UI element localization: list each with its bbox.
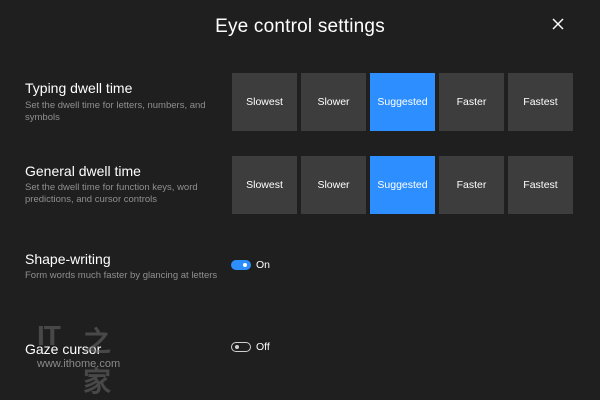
gaze-cursor-state-label: Off bbox=[256, 341, 270, 353]
general-dwell-option-faster[interactable]: Faster bbox=[439, 156, 504, 214]
general-dwell-option-suggested[interactable]: Suggested bbox=[370, 156, 435, 214]
typing-dwell-description: Set the dwell time for letters, numbers,… bbox=[25, 100, 206, 123]
typing-dwell-option-slowest[interactable]: Slowest bbox=[232, 73, 297, 131]
close-button[interactable] bbox=[546, 12, 570, 36]
watermark-url: www.ithome.com bbox=[37, 358, 121, 370]
dialog-title: Eye control settings bbox=[215, 16, 385, 37]
general-dwell-title: General dwell time bbox=[25, 163, 141, 179]
typing-dwell-option-suggested[interactable]: Suggested bbox=[370, 73, 435, 131]
typing-dwell-option-faster[interactable]: Faster bbox=[439, 73, 504, 131]
typing-dwell-option-slower[interactable]: Slower bbox=[301, 73, 366, 131]
general-dwell-description: Set the dwell time for function keys, wo… bbox=[25, 182, 198, 205]
typing-dwell-options: Slowest Slower Suggested Faster Fastest bbox=[232, 73, 573, 131]
shape-writing-description: Form words much faster by glancing at le… bbox=[25, 270, 218, 281]
general-dwell-options: Slowest Slower Suggested Faster Fastest bbox=[232, 156, 573, 214]
typing-dwell-title: Typing dwell time bbox=[25, 80, 133, 96]
watermark-glyph: 之家 bbox=[83, 326, 112, 397]
general-dwell-option-slowest[interactable]: Slowest bbox=[232, 156, 297, 214]
close-icon bbox=[552, 18, 564, 30]
toggle-knob bbox=[243, 263, 247, 267]
shape-writing-title: Shape-writing bbox=[25, 251, 111, 267]
typing-dwell-option-fastest[interactable]: Fastest bbox=[508, 73, 573, 131]
general-dwell-option-fastest[interactable]: Fastest bbox=[508, 156, 573, 214]
shape-writing-state-label: On bbox=[256, 259, 271, 271]
toggle-knob bbox=[235, 344, 239, 349]
gaze-cursor-toggle[interactable] bbox=[231, 342, 251, 352]
general-dwell-option-slower[interactable]: Slower bbox=[301, 156, 366, 214]
shape-writing-toggle[interactable] bbox=[231, 260, 251, 270]
gaze-cursor-title: Gaze cursor bbox=[25, 341, 102, 357]
